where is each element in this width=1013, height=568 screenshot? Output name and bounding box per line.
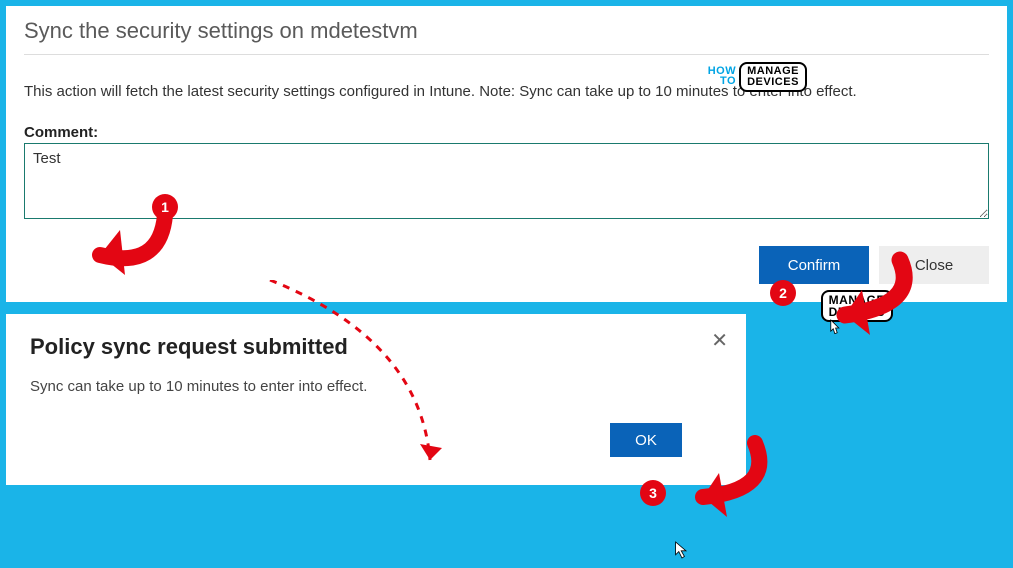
close-button[interactable]: Close [879,246,989,284]
pointer-cursor-icon [826,318,842,338]
dialog-title: Sync the security settings on mdetestvm [24,18,989,55]
result-button-row: OK [30,423,722,457]
result-description: Sync can take up to 10 minutes to enter … [30,378,722,395]
dialog-description: This action will fetch the latest securi… [24,83,989,100]
sync-dialog: Sync the security settings on mdetestvm … [6,6,1007,302]
result-dialog: ✕ Policy sync request submitted Sync can… [6,314,746,485]
arrow-cursor-icon [674,540,690,560]
dialog-button-row: Confirm Close [24,246,989,284]
close-icon[interactable]: ✕ [711,328,728,353]
ok-button[interactable]: OK [610,423,682,457]
comment-input[interactable]: Test [24,143,989,219]
confirm-button[interactable]: Confirm [759,246,869,284]
comment-label: Comment: [24,124,989,141]
result-title: Policy sync request submitted [30,334,722,360]
